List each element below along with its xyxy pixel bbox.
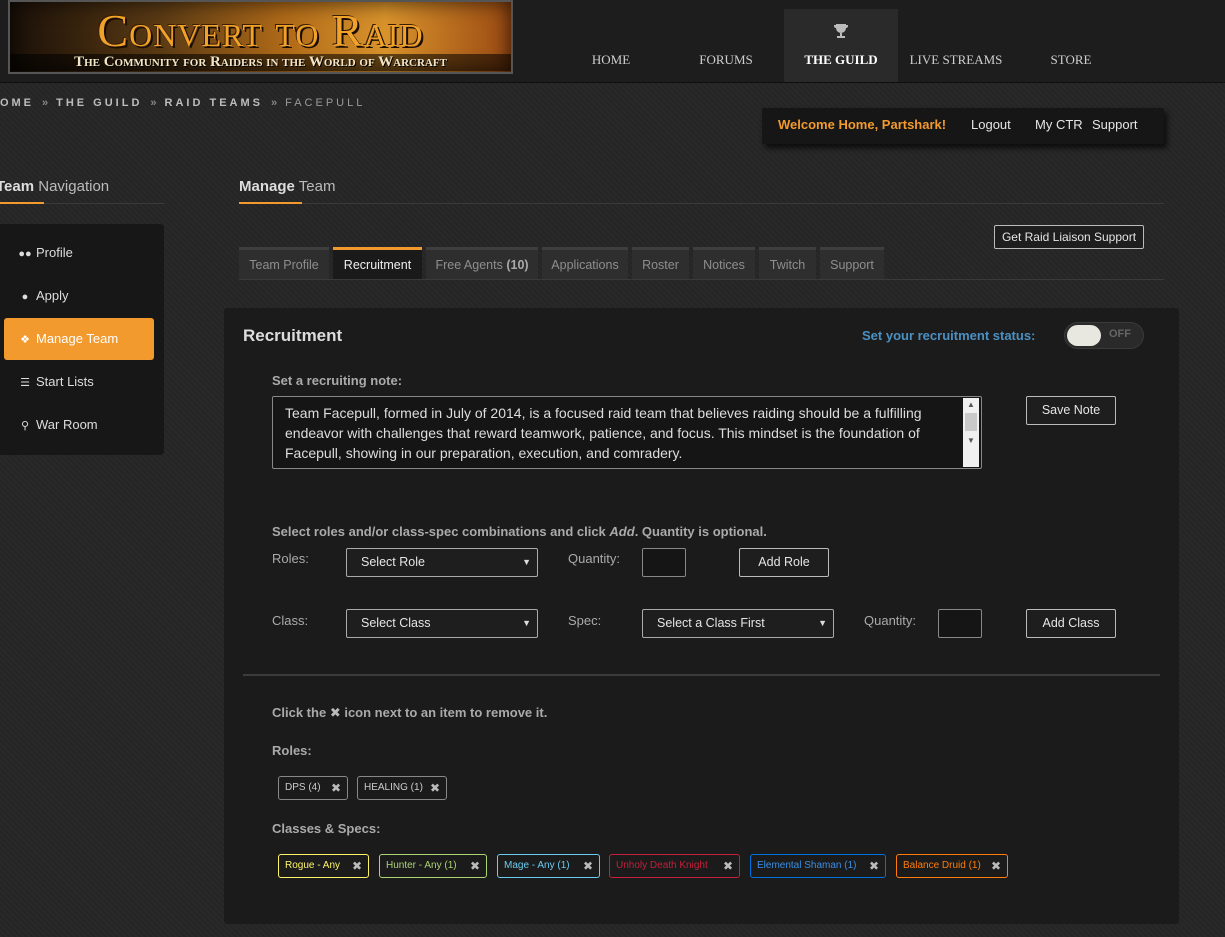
nav-forums[interactable]: FORUMS: [669, 0, 783, 82]
divider: [243, 674, 1160, 676]
spec-select[interactable]: Select a Class First ▼: [642, 609, 834, 638]
logout-link[interactable]: Logout: [971, 117, 1011, 132]
logo-title: Convert to Raid: [97, 5, 424, 56]
trophy-icon: ⚲: [20, 420, 30, 432]
add-class-button[interactable]: Add Class: [1026, 609, 1116, 638]
tab-free-agents[interactable]: Free Agents (10): [426, 247, 538, 279]
role-tag: DPS (4) ✖: [278, 776, 348, 800]
welcome-text: Welcome Home, Partshark!: [778, 117, 947, 132]
users-icon: ●●: [18, 248, 32, 260]
roles-label: Roles:: [272, 551, 309, 566]
recruiting-note-label: Set a recruiting note:: [272, 373, 403, 388]
breadcrumb-home[interactable]: HOME: [0, 97, 34, 109]
remove-x-icon[interactable]: ✖: [331, 777, 341, 799]
save-note-button[interactable]: Save Note: [1026, 396, 1116, 425]
breadcrumb-raid-teams[interactable]: RAID TEAMS: [165, 97, 263, 109]
breadcrumb: HOME»THE GUILD»RAID TEAMS»FACEPULL: [0, 97, 365, 109]
tab-roster[interactable]: Roster: [632, 247, 689, 279]
divider: [239, 203, 1164, 204]
remove-x-icon: ✖: [329, 705, 341, 720]
list-icon: ☰: [20, 377, 30, 389]
remove-x-icon[interactable]: ✖: [583, 855, 593, 877]
panel-title: Recruitment: [243, 326, 343, 345]
sidebar-item-manage-team[interactable]: ❖ Manage Team: [4, 318, 154, 360]
tab-recruitment[interactable]: Recruitment: [333, 247, 422, 279]
role-tag: HEALING (1) ✖: [357, 776, 447, 800]
remove-x-icon[interactable]: ✖: [991, 855, 1001, 877]
site-logo[interactable]: Convert to Raid The Community for Raider…: [8, 0, 513, 74]
chevron-down-icon: ▼: [818, 618, 827, 628]
remove-x-icon[interactable]: ✖: [352, 855, 362, 877]
recruitment-status-label: Set your recruitment status:: [862, 328, 1036, 343]
top-navbar: Convert to Raid The Community for Raider…: [0, 0, 1225, 83]
nav-store[interactable]: STORE: [1014, 0, 1128, 82]
role-select[interactable]: Select Role ▼: [346, 548, 538, 577]
sidebar-item-profile[interactable]: ●● Profile: [18, 234, 158, 272]
recruiting-note-textarea[interactable]: Team Facepull, formed in July of 2014, i…: [272, 396, 982, 469]
recruitment-status-toggle[interactable]: OFF: [1064, 322, 1144, 349]
tab-support[interactable]: Support: [820, 247, 884, 279]
my-ctr-link[interactable]: My CTR: [1035, 117, 1083, 132]
sidebar-heading: Team Navigation: [0, 178, 110, 195]
class-tag: Unholy Death Knight ✖: [609, 854, 740, 878]
user-welcome-box: Welcome Home, Partshark! Logout My CTR S…: [762, 108, 1164, 144]
support-link[interactable]: Support: [1092, 117, 1138, 132]
class-tag: Elemental Shaman (1) ✖: [750, 854, 886, 878]
class-quantity-input[interactable]: [938, 609, 982, 638]
roles-list-label: Roles:: [272, 743, 312, 758]
class-tag: Mage - Any (1) ✖: [497, 854, 600, 878]
recruiting-note-text: Team Facepull, formed in July of 2014, i…: [285, 405, 922, 461]
remove-x-icon[interactable]: ✖: [430, 777, 440, 799]
breadcrumb-the-guild[interactable]: THE GUILD: [56, 97, 142, 109]
divider-accent: [0, 202, 44, 204]
class-tag: Balance Druid (1) ✖: [896, 854, 1008, 878]
remove-x-icon[interactable]: ✖: [723, 855, 733, 877]
divider: [239, 279, 1164, 280]
recruitment-panel: Recruitment Set your recruitment status:…: [224, 308, 1179, 924]
divider-accent: [239, 202, 302, 204]
remove-instructions: Click the ✖ icon next to an item to remo…: [272, 705, 548, 720]
get-raid-liaison-support-button[interactable]: Get Raid Liaison Support: [994, 225, 1144, 249]
tab-twitch[interactable]: Twitch: [759, 247, 816, 279]
nav-home[interactable]: HOME: [554, 0, 668, 82]
class-tag: Rogue - Any ✖: [278, 854, 369, 878]
class-tag: Hunter - Any (1) ✖: [379, 854, 487, 878]
chevron-down-icon: ▼: [522, 618, 531, 628]
toggle-state-text: OFF: [1109, 328, 1131, 340]
toggle-knob: [1067, 325, 1101, 346]
puzzle-icon: ❖: [20, 334, 30, 346]
tab-notices[interactable]: Notices: [693, 247, 755, 279]
role-quantity-input[interactable]: [642, 548, 686, 577]
sidebar-item-war-room[interactable]: ⚲ War Room: [18, 406, 158, 444]
tab-team-profile[interactable]: Team Profile: [239, 247, 329, 279]
scroll-thumb[interactable]: [965, 413, 977, 431]
sidebar-item-apply[interactable]: ● Apply: [18, 277, 158, 315]
nav-live-streams[interactable]: LIVE STREAMS: [899, 0, 1013, 82]
team-navigation-sidebar: ●● Profile ● Apply ❖ Manage Team ☰ Start Lis…: [0, 224, 164, 455]
nav-the-guild[interactable]: THE GUILD: [784, 9, 898, 82]
breadcrumb-current: FACEPULL: [285, 97, 366, 109]
page-title: Manage Team: [239, 178, 336, 195]
trophy-icon: [834, 24, 848, 38]
role-quantity-label: Quantity:: [568, 551, 621, 566]
user-icon: ●: [21, 291, 29, 303]
tab-applications[interactable]: Applications: [542, 247, 628, 279]
add-instructions: Select roles and/or class-spec combinati…: [272, 524, 767, 539]
class-quantity-label: Quantity:: [864, 613, 917, 628]
remove-x-icon[interactable]: ✖: [869, 855, 879, 877]
chevron-down-icon: ▼: [522, 557, 531, 567]
scroll-down-arrow-icon[interactable]: ▼: [963, 434, 979, 448]
spec-label: Spec:: [568, 613, 602, 628]
class-select[interactable]: Select Class ▼: [346, 609, 538, 638]
add-role-button[interactable]: Add Role: [739, 548, 829, 577]
logo-subtitle: The Community for Raiders in the World o…: [10, 54, 511, 71]
classes-list-label: Classes & Specs:: [272, 821, 381, 836]
sidebar-item-start-lists[interactable]: ☰ Start Lists: [18, 363, 158, 401]
scrollbar[interactable]: ▲ ▼: [963, 398, 979, 467]
class-label: Class:: [272, 613, 309, 628]
remove-x-icon[interactable]: ✖: [470, 855, 480, 877]
scroll-up-arrow-icon[interactable]: ▲: [963, 398, 979, 412]
